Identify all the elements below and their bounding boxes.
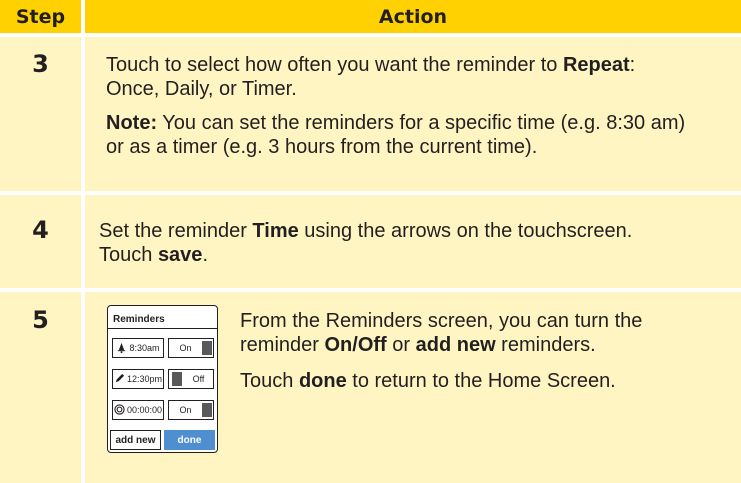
reminder-toggle-2: Off — [168, 369, 214, 389]
toggle-knob — [202, 403, 212, 417]
row3-note-line1: Note: You can set the reminders for a sp… — [106, 112, 686, 134]
reminder-toggle-3: On — [168, 400, 214, 420]
row5-line3: Touch done to return to the Home Screen. — [240, 370, 616, 392]
reminder-time-1: 8:30am — [112, 338, 164, 358]
step-number-3: 3 — [32, 50, 49, 78]
reminders-screen-divider — [108, 328, 217, 329]
reminder-toggle-1: On — [168, 338, 214, 358]
timer-icon — [114, 403, 125, 417]
bell-icon — [116, 342, 127, 355]
reminder-time-2: 12:30pm — [112, 369, 164, 389]
row3-note-line2: or as a timer (e.g. 3 hours from the cur… — [106, 136, 538, 158]
row3-line1: Touch to select how often you want the r… — [106, 54, 636, 76]
reminders-screen-title: Reminders — [113, 314, 165, 325]
reminders-screen-illustration: Reminders 8:30am On 12:30pm Off 00:00:00… — [107, 305, 218, 453]
header-step: Step — [0, 0, 81, 33]
header-action: Action — [85, 0, 741, 33]
toggle-knob — [202, 341, 212, 355]
reminder-time-3: 00:00:00 — [112, 400, 164, 420]
toggle-knob — [172, 372, 182, 386]
done-button: done — [164, 430, 215, 450]
row5-line1: From the Reminders screen, you can turn … — [240, 310, 643, 332]
row3-line2: Once, Daily, or Timer. — [106, 78, 297, 100]
add-new-button: add new — [110, 430, 161, 450]
step-number-4: 4 — [32, 216, 49, 244]
row5-line2: reminder On/Off or add new reminders. — [240, 334, 596, 356]
row4-line2: Touch save. — [99, 244, 208, 266]
row4-line1: Set the reminder Time using the arrows o… — [99, 220, 633, 242]
pen-icon — [114, 373, 125, 386]
step-number-5: 5 — [32, 306, 49, 334]
